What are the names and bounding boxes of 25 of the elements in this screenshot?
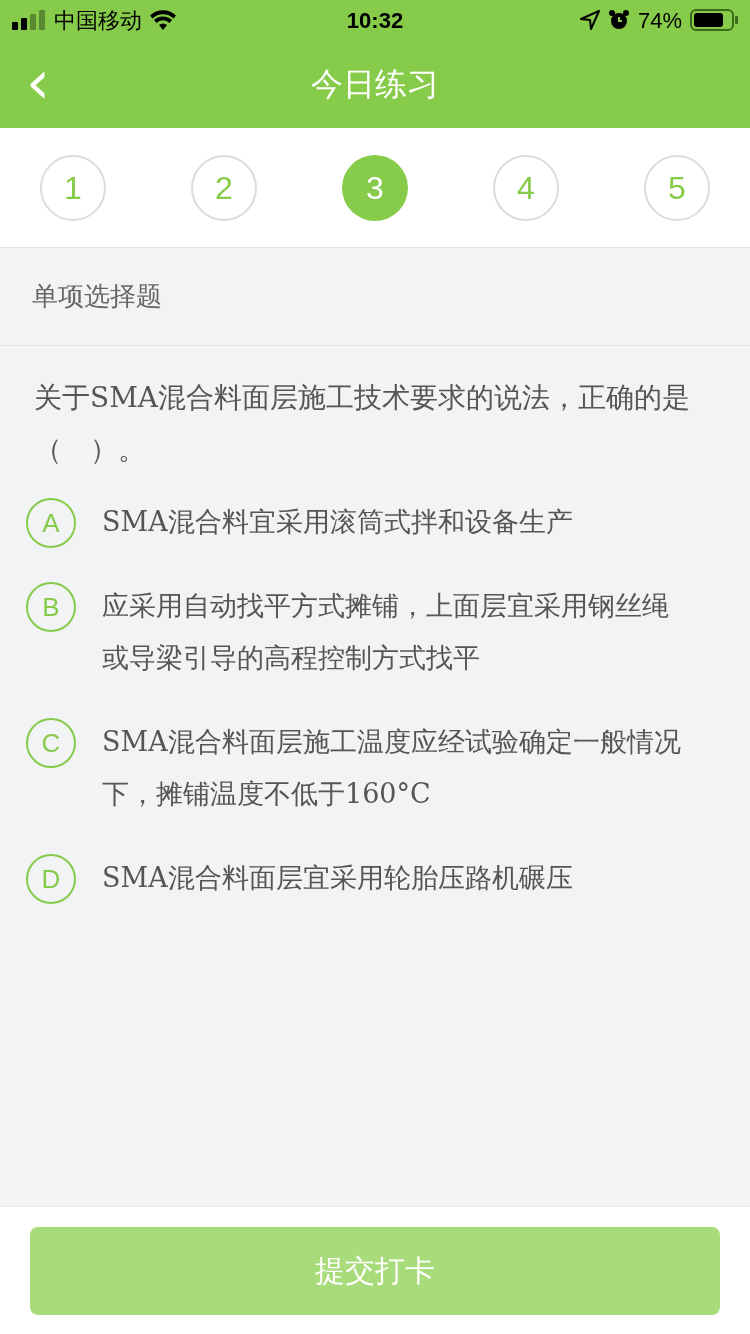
option-radio[interactable]: B — [26, 582, 76, 632]
wifi-icon — [150, 10, 176, 30]
question-text: 关于SMA混合料面层施工技术要求的说法，正确的是（ ）。 — [34, 380, 692, 468]
location-arrow-icon — [579, 10, 600, 30]
question-number-tab[interactable]: 3 — [342, 154, 408, 221]
question-number-tab[interactable]: 5 — [644, 154, 710, 221]
option-radio[interactable]: D — [26, 854, 76, 904]
carrier-name: 中国移动 — [54, 6, 142, 35]
option-text: 应采用自动找平方式摊铺，上面层宜采用钢丝绳或导梁引导的高程控制方式找平 — [102, 589, 670, 675]
battery-percent: 74% — [637, 6, 682, 35]
back-button[interactable]: ‹ — [26, 54, 50, 110]
option-text: SMA混合料面层宜采用轮胎压路机碾压 — [102, 861, 574, 895]
page-title: 今日练习 — [311, 65, 439, 104]
clock-time: 10:32 — [346, 6, 404, 35]
question-type-label: 单项选择题 — [32, 280, 162, 313]
option-text: SMA混合料宜采用滚筒式拌和设备生产 — [102, 505, 574, 539]
option-radio[interactable]: A — [26, 498, 76, 548]
question-number-tab[interactable]: 4 — [493, 154, 559, 221]
question-number-tab[interactable]: 1 — [40, 154, 106, 221]
question-number-tab[interactable]: 2 — [191, 154, 257, 221]
battery-icon — [690, 9, 738, 31]
option-radio[interactable]: C — [26, 718, 76, 768]
alarm-clock-icon — [607, 9, 630, 31]
signal-icon — [12, 10, 46, 30]
option-text: SMA混合料面层施工温度应经试验确定一般情况下，摊铺温度不低于160°C — [102, 725, 682, 811]
